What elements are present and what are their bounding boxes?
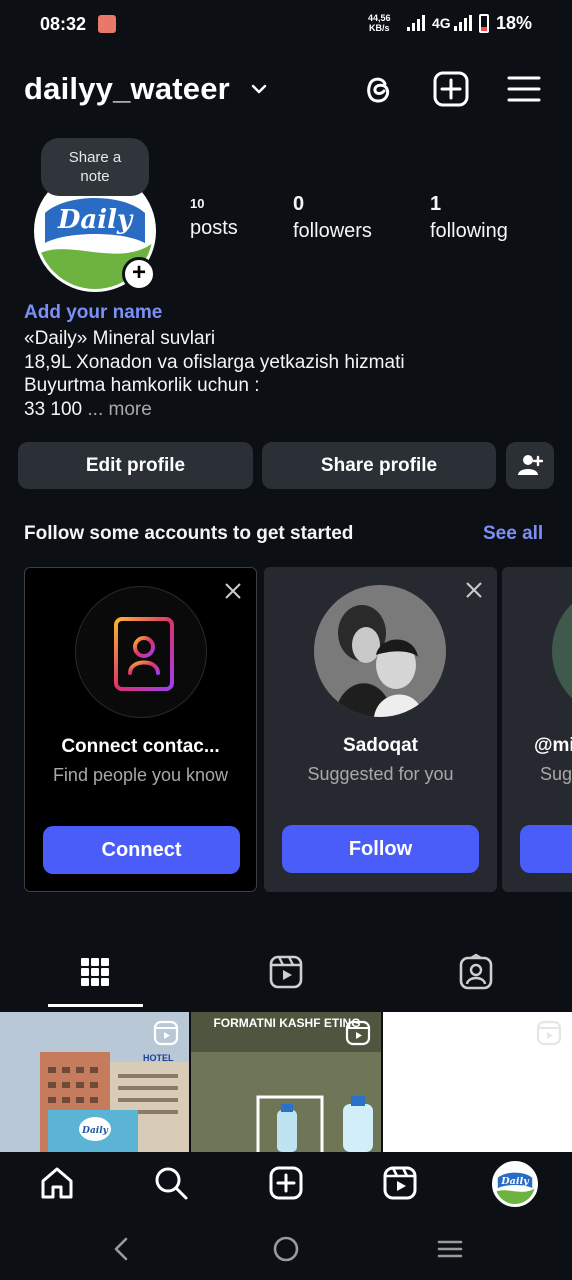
suggested-user-avatar[interactable]	[552, 585, 572, 717]
discover-people-button[interactable]	[506, 442, 554, 489]
follow-button[interactable]	[520, 825, 572, 873]
followers-stat[interactable]: 0 followers	[293, 193, 372, 243]
bio-line: 18,9L Xonadon va ofislarga yetkazish hiz…	[24, 351, 405, 373]
suggested-user-card-partial: @mi Sug	[502, 567, 572, 892]
create-post-icon[interactable]	[268, 1165, 304, 1201]
battery-icon	[479, 14, 489, 33]
menu-icon[interactable]	[505, 70, 543, 108]
profile-nav-avatar[interactable]: Daily	[492, 1161, 538, 1207]
card-title: Connect contac...	[61, 736, 220, 757]
speed-value: 44,56	[368, 13, 391, 23]
new-post-icon[interactable]	[432, 70, 470, 108]
contacts-book-icon	[107, 617, 174, 691]
recents-icon[interactable]	[436, 1235, 464, 1263]
reels-icon[interactable]	[382, 1165, 418, 1201]
threads-icon[interactable]	[359, 70, 397, 108]
back-icon[interactable]	[108, 1235, 136, 1263]
see-all-link[interactable]: See all	[483, 523, 543, 545]
following-stat[interactable]: 1 following	[430, 193, 508, 243]
username-switcher[interactable]: dailyy_wateer	[24, 71, 230, 107]
suggested-user-avatar[interactable]	[314, 585, 446, 717]
search-icon[interactable]	[153, 1165, 189, 1201]
cell-signal-icon	[454, 15, 472, 31]
grid-tab-icon[interactable]	[76, 953, 114, 991]
share-profile-button[interactable]: Share profile	[262, 442, 496, 489]
svg-text:Daily: Daily	[81, 1126, 108, 1136]
wifi-signal-icon	[407, 15, 425, 31]
following-label: following	[430, 220, 508, 242]
card-subtitle: Sug	[540, 764, 572, 784]
network-type: 4G	[432, 15, 451, 31]
card-subtitle: Find people you know	[52, 765, 229, 785]
posts-stat: 10 posts	[190, 195, 238, 240]
posts-label: posts	[190, 217, 238, 239]
follow-button[interactable]: Follow	[282, 825, 479, 873]
card-subtitle: Suggested for you	[307, 764, 454, 784]
bio-more-link[interactable]: ... more	[87, 399, 151, 420]
home-button-icon[interactable]	[272, 1235, 300, 1263]
status-bar: 08:32 44,56 KB/s 4G 18%	[0, 0, 572, 48]
add-name-link[interactable]: Add your name	[24, 302, 162, 324]
avatar-brand-subtext: natural product	[68, 234, 122, 243]
connect-button[interactable]: Connect	[43, 826, 240, 874]
notification-app-icon	[98, 15, 116, 33]
bio-line: Buyurtma hamkorlik uchun :	[24, 375, 260, 396]
home-icon[interactable]	[39, 1165, 75, 1201]
avatar-brand-text-small: Daily	[500, 1176, 530, 1187]
reel-badge-icon	[536, 1020, 562, 1046]
network-speed: 44,56 KB/s	[368, 13, 391, 33]
bio-last-line: 33 100	[24, 398, 83, 420]
close-icon[interactable]	[224, 582, 242, 600]
bio-line: «Daily» Mineral suvlari	[24, 328, 216, 349]
suggested-user-card: Sadoqat Suggested for you Follow	[264, 567, 497, 892]
active-tab-indicator	[48, 1004, 143, 1007]
suggestions-title: Follow some accounts to get started	[24, 523, 354, 544]
add-story-icon[interactable]: +	[122, 257, 156, 291]
connect-contacts-card: Connect contac... Find people you know C…	[24, 567, 257, 892]
post-thumbnail[interactable]	[383, 1012, 572, 1152]
card-title: Sadoqat	[343, 735, 418, 756]
post-caption: FORMATNI KASHF ETING	[213, 1016, 360, 1030]
tagged-tab-icon[interactable]	[457, 953, 495, 991]
chevron-down-icon[interactable]	[250, 82, 268, 96]
profile-bio: «Daily» Mineral suvlari 18,9L Xonadon va…	[24, 327, 405, 421]
followers-count: 0	[293, 193, 305, 215]
share-note-bubble[interactable]: Share a note	[41, 138, 149, 196]
bio-line: 33 100 ... more	[24, 398, 405, 422]
reel-badge-icon	[345, 1020, 371, 1046]
avatar-brand-text: Daily	[57, 205, 134, 235]
status-time: 08:32	[40, 14, 87, 34]
add-person-icon	[518, 455, 544, 475]
post-thumbnail[interactable]: FORMATNI KASHF ETING	[191, 1012, 381, 1152]
edit-profile-button[interactable]: Edit profile	[18, 442, 253, 489]
followers-label: followers	[293, 220, 372, 242]
card-title: @mi	[534, 735, 572, 756]
reel-badge-icon	[153, 1020, 179, 1046]
posts-count: 10	[190, 196, 205, 211]
battery-percent: 18%	[496, 13, 533, 33]
daily-logo-small: Daily	[495, 1164, 535, 1204]
post-thumbnail[interactable]: HOTEL Daily	[0, 1012, 189, 1152]
hotel-sign: HOTEL	[143, 1053, 174, 1063]
contacts-book-image	[75, 586, 207, 718]
couple-photo	[314, 585, 446, 717]
speed-unit: KB/s	[369, 23, 390, 33]
following-count: 1	[430, 193, 442, 215]
reels-tab-icon[interactable]	[267, 953, 305, 991]
close-icon[interactable]	[465, 581, 483, 599]
